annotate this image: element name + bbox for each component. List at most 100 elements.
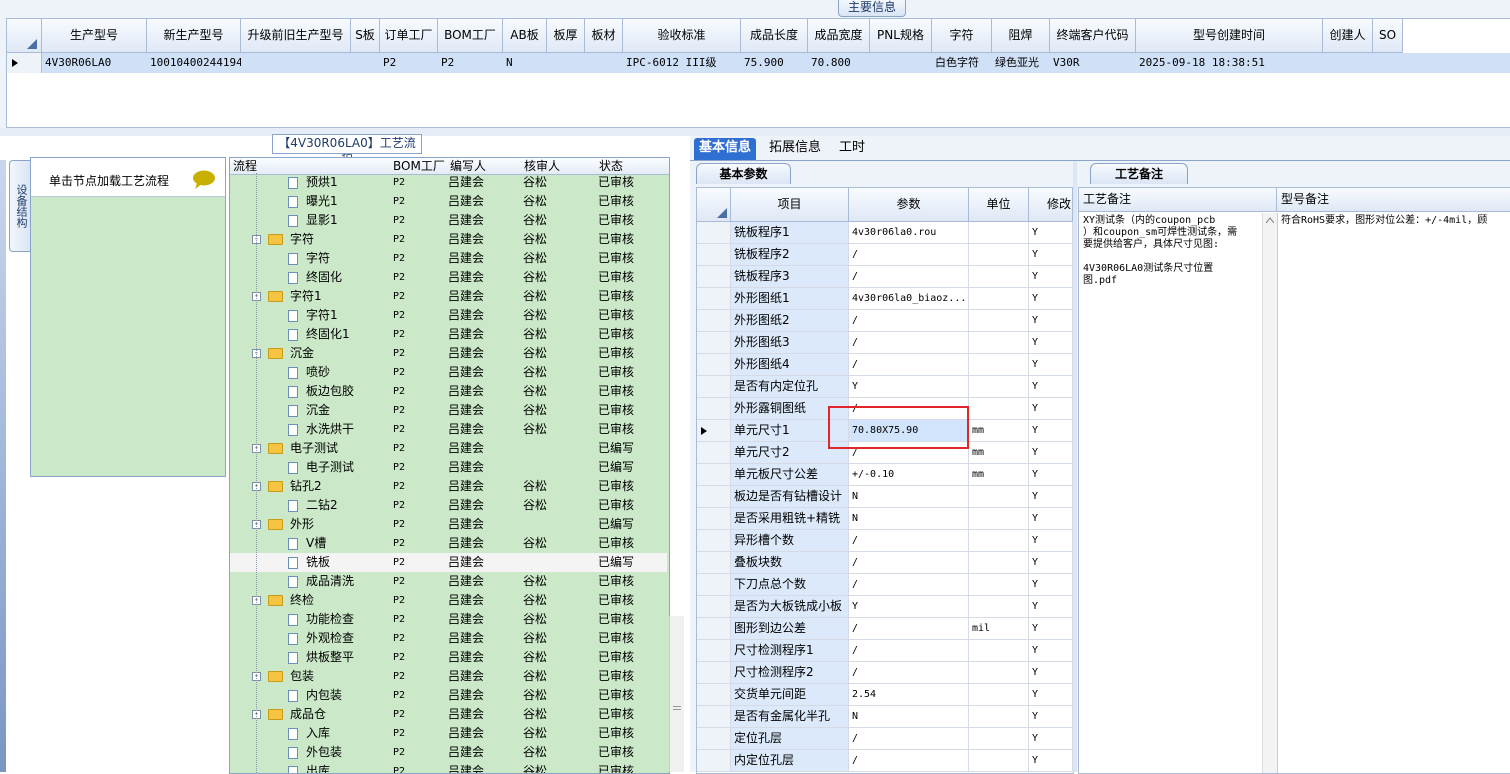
tree-node[interactable]: 板边包胶P2吕建会谷松已审核 [230, 382, 667, 401]
tree-node[interactable]: -沉金P2吕建会谷松已审核 [230, 344, 667, 363]
notes-col-process[interactable]: 工艺备注 [1079, 188, 1277, 212]
main-info-tab[interactable]: 主要信息 [838, 0, 906, 17]
param-value[interactable]: / [849, 574, 969, 595]
param-modify[interactable]: Y [1029, 486, 1073, 507]
tab-extended-info[interactable]: 拓展信息 [764, 138, 826, 160]
basic-params-tab[interactable]: 基本参数 [696, 163, 791, 184]
product-col-header[interactable]: 板材 [585, 19, 623, 53]
product-cell[interactable] [547, 53, 585, 73]
param-value[interactable]: / [849, 662, 969, 683]
note-scrollbar[interactable] [1262, 213, 1277, 773]
param-modify[interactable]: Y [1029, 574, 1073, 595]
params-corner[interactable] [697, 188, 731, 222]
param-modify[interactable]: Y [1029, 244, 1073, 265]
vertical-splitter[interactable] [1073, 161, 1077, 772]
param-value[interactable]: / [849, 552, 969, 573]
product-col-header[interactable]: 新生产型号 [147, 19, 241, 53]
process-notes-tab[interactable]: 工艺备注 [1090, 163, 1188, 184]
param-modify[interactable]: Y [1029, 728, 1073, 749]
params-col-unit[interactable]: 单位 [969, 188, 1029, 222]
param-value[interactable]: / [849, 530, 969, 551]
tree-node[interactable]: 成品清洗P2吕建会谷松已审核 [230, 572, 667, 591]
param-value[interactable]: 4v30r06la0.rou [849, 222, 969, 243]
tree-node[interactable]: 外观检查P2吕建会谷松已审核 [230, 629, 667, 648]
product-cell[interactable]: P2 [438, 53, 503, 73]
param-value[interactable]: N [849, 486, 969, 507]
tree-node[interactable]: 内包装P2吕建会谷松已审核 [230, 686, 667, 705]
param-row[interactable]: 是否有内定位孔YY [697, 376, 1073, 398]
param-row[interactable]: 板边是否有钻槽设计NY [697, 486, 1073, 508]
tree-node[interactable]: -终检P2吕建会谷松已审核 [230, 591, 667, 610]
product-col-header[interactable]: 阻焊 [992, 19, 1050, 53]
tree-node[interactable]: 水洗烘干P2吕建会谷松已审核 [230, 420, 667, 439]
param-value[interactable]: N [849, 706, 969, 727]
param-modify[interactable]: Y [1029, 222, 1073, 243]
product-col-header[interactable]: 升级前旧生产型号 [241, 19, 351, 53]
product-cell[interactable]: P2 [380, 53, 438, 73]
tree-node[interactable]: 入库P2吕建会谷松已审核 [230, 724, 667, 743]
tree-node[interactable]: 烘板整平P2吕建会谷松已审核 [230, 648, 667, 667]
params-col-item[interactable]: 项目 [731, 188, 849, 222]
product-cell[interactable]: 70.800 [808, 53, 870, 73]
tree-node[interactable]: 曝光1P2吕建会谷松已审核 [230, 192, 667, 211]
product-cell[interactable] [870, 53, 932, 73]
product-col-header[interactable]: BOM工厂 [438, 19, 503, 53]
product-cell[interactable]: 2025-09-18 18:38:51 [1136, 53, 1323, 73]
product-cell[interactable]: N [503, 53, 547, 73]
tree-node[interactable]: 出库P2吕建会谷松已审核 [230, 762, 667, 774]
product-cell[interactable]: 4V30R06LA0 [42, 53, 147, 73]
param-modify[interactable]: Y [1029, 706, 1073, 727]
product-grid-row[interactable]: 4V30R06LA010010400244194P2P2NIPC-6012 II… [7, 53, 1510, 73]
param-modify[interactable]: Y [1029, 750, 1073, 771]
param-row[interactable]: 单元板尺寸公差+/-0.10mmY [697, 464, 1073, 486]
product-col-header[interactable]: PNL规格 [870, 19, 932, 53]
param-modify[interactable]: Y [1029, 398, 1073, 419]
product-col-header[interactable]: 型号创建时间 [1136, 19, 1323, 53]
product-col-header[interactable]: 字符 [932, 19, 992, 53]
tree-node[interactable]: 外包装P2吕建会谷松已审核 [230, 743, 667, 762]
tree-node[interactable]: 预烘1P2吕建会谷松已审核 [230, 173, 667, 192]
product-cell[interactable]: V30R [1050, 53, 1136, 73]
param-value[interactable]: / [849, 310, 969, 331]
product-cell[interactable]: 10010400244194 [147, 53, 241, 73]
product-col-header[interactable]: 成品长度 [741, 19, 808, 53]
param-value[interactable]: / [849, 640, 969, 661]
product-cell[interactable]: 白色字符 [932, 53, 992, 73]
param-row[interactable]: 图形到边公差/milY [697, 618, 1073, 640]
tree-node[interactable]: -包装P2吕建会谷松已审核 [230, 667, 667, 686]
tree-node[interactable]: -钻孔2P2吕建会谷松已审核 [230, 477, 667, 496]
tree-node[interactable]: 终固化1P2吕建会谷松已审核 [230, 325, 667, 344]
param-row[interactable]: 铣板程序3/Y [697, 266, 1073, 288]
tree-node[interactable]: 显影1P2吕建会谷松已审核 [230, 211, 667, 230]
param-row[interactable]: 是否采用粗铣+精铣NY [697, 508, 1073, 530]
param-row[interactable]: 外形图纸3/Y [697, 332, 1073, 354]
param-modify[interactable]: Y [1029, 376, 1073, 397]
param-row[interactable]: 是否为大板铣成小板YY [697, 596, 1073, 618]
param-row[interactable]: 交货单元间距2.54Y [697, 684, 1073, 706]
params-col-modify[interactable]: 修改 [1029, 188, 1073, 222]
product-cell[interactable] [1373, 53, 1403, 73]
param-row[interactable]: 异形槽个数/Y [697, 530, 1073, 552]
params-col-value[interactable]: 参数 [849, 188, 969, 222]
param-value[interactable]: / [849, 750, 969, 771]
param-row[interactable]: 尺寸检测程序2/Y [697, 662, 1073, 684]
tree-node[interactable]: -外形P2吕建会已编写 [230, 515, 667, 534]
param-row[interactable]: 内定位孔层/Y [697, 750, 1073, 772]
tree-node[interactable]: 喷砂P2吕建会谷松已审核 [230, 363, 667, 382]
param-modify[interactable]: Y [1029, 508, 1073, 529]
tree-node[interactable]: 字符P2吕建会谷松已审核 [230, 249, 667, 268]
param-value[interactable]: / [849, 332, 969, 353]
param-modify[interactable]: Y [1029, 640, 1073, 661]
product-col-header[interactable]: 订单工厂 [380, 19, 438, 53]
param-row[interactable]: 是否有金属化半孔NY [697, 706, 1073, 728]
param-row[interactable]: 铣板程序14v30r06la0.rouY [697, 222, 1073, 244]
param-modify[interactable]: Y [1029, 662, 1073, 683]
product-col-header[interactable]: AB板 [503, 19, 547, 53]
param-modify[interactable]: Y [1029, 596, 1073, 617]
param-modify[interactable]: Y [1029, 618, 1073, 639]
notes-col-model[interactable]: 型号备注 [1277, 188, 1510, 212]
process-note-text[interactable]: XY测试条（内的coupon_pcb ）和coupon_sm可焊性测试条，需 要… [1079, 213, 1262, 773]
param-value[interactable]: / [849, 354, 969, 375]
tree-node[interactable]: 功能检查P2吕建会谷松已审核 [230, 610, 667, 629]
flow-side-header[interactable]: 单击节点加载工艺流程 [31, 158, 225, 197]
